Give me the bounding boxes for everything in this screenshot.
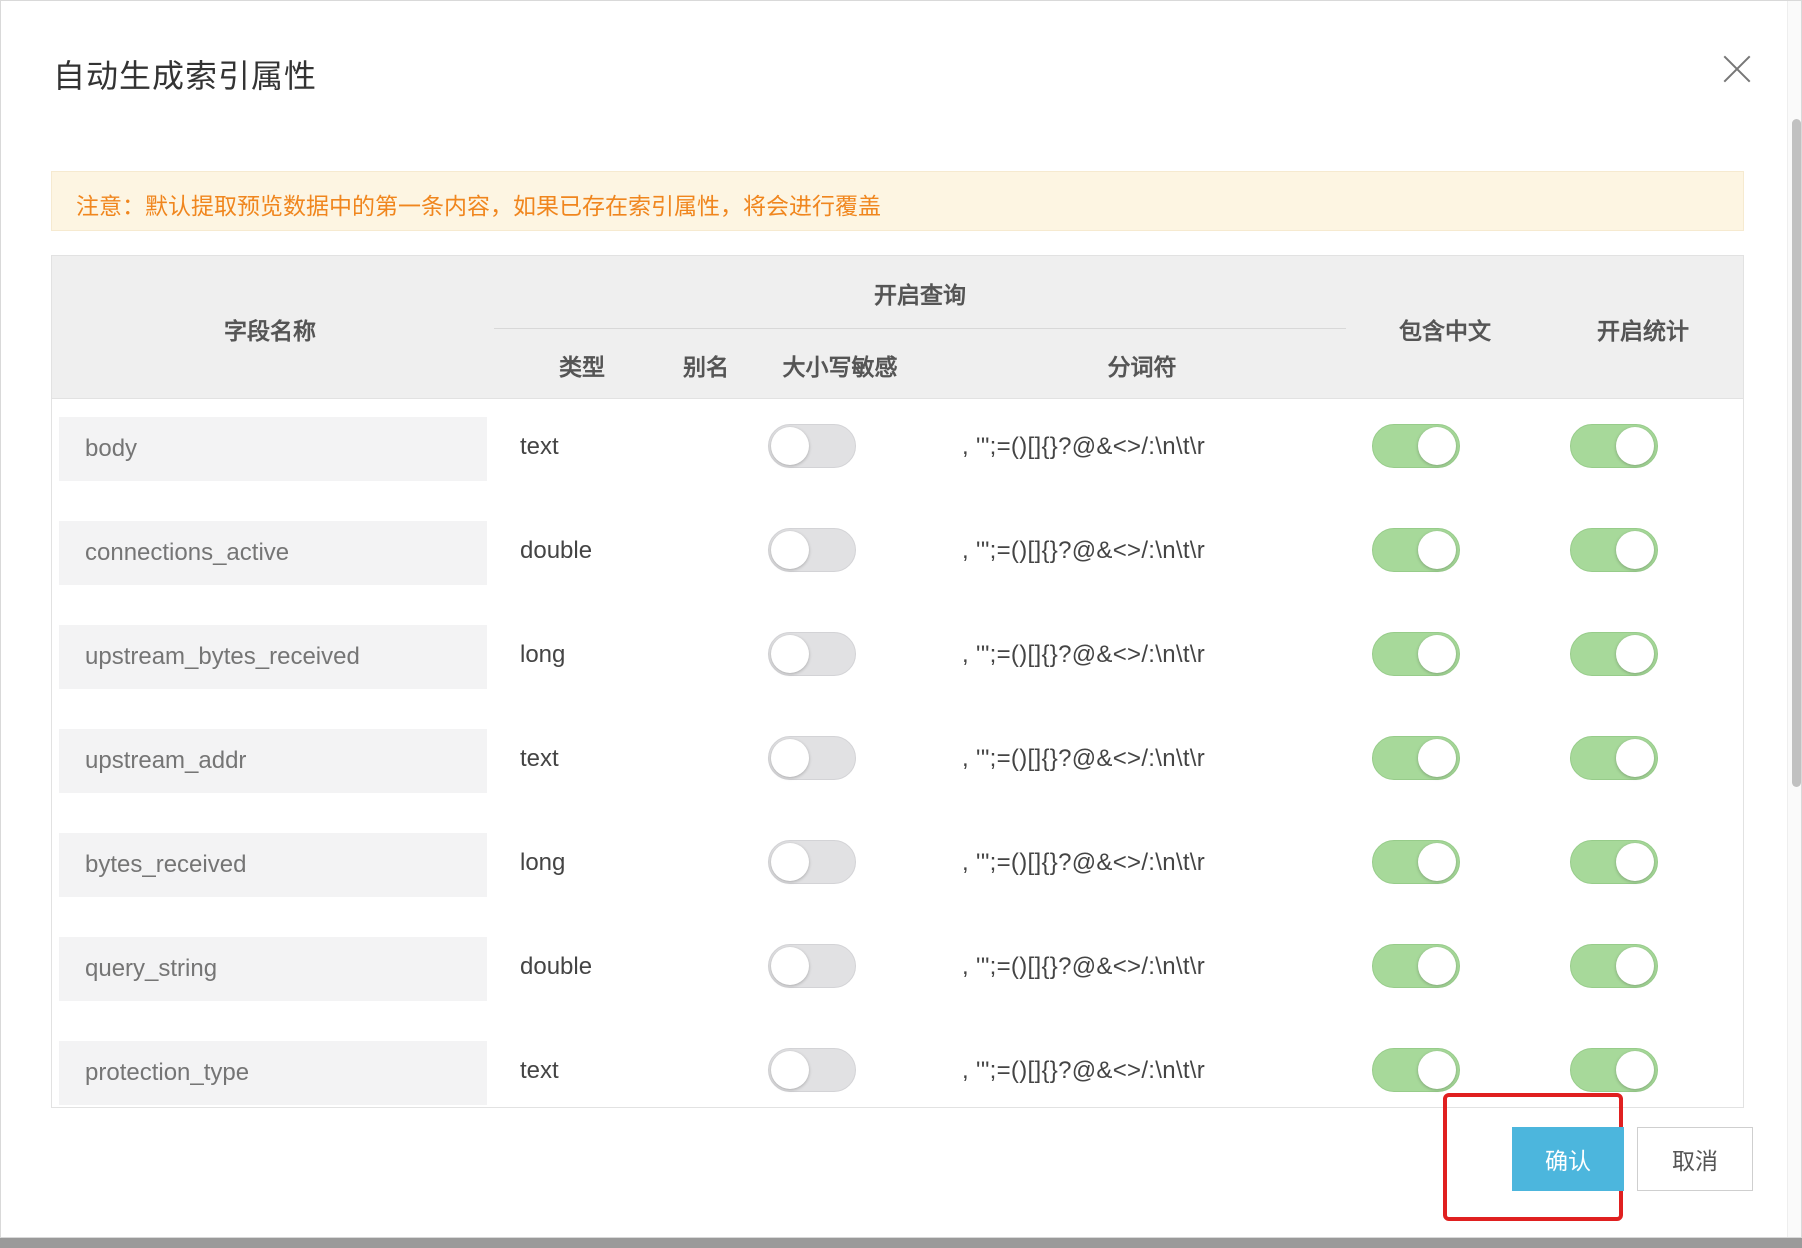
tokenizer-text: , '";=()[]{}?@&<>/:\n\t\r (962, 953, 1206, 980)
header-alias: 别名 (683, 355, 729, 381)
toggle-knob (1418, 843, 1456, 881)
header-divider (494, 328, 1346, 329)
close-icon[interactable] (1717, 49, 1757, 89)
include-chinese-toggle[interactable] (1372, 424, 1460, 468)
toggle-knob (771, 1051, 809, 1089)
include-chinese-toggle[interactable] (1372, 528, 1460, 572)
tokenizer-text: , '";=()[]{}?@&<>/:\n\t\r (962, 641, 1206, 668)
toggle-knob (1418, 947, 1456, 985)
enable-stats-toggle[interactable] (1570, 840, 1658, 884)
table-header: 字段名称 开启查询 类型 别名 大小写敏感 分词符 包含中文 开启统计 (52, 256, 1743, 399)
toggle-knob (771, 947, 809, 985)
tokenizer-text: , '";=()[]{}?@&<>/:\n\t\r (962, 849, 1206, 876)
toggle-knob (1418, 531, 1456, 569)
auto-index-dialog: 自动生成索引属性 注意：默认提取预览数据中的第一条内容，如果已存在索引属性，将会… (0, 0, 1802, 1238)
table-row: text , '";=()[]{}?@&<>/:\n\t\r (52, 399, 1743, 503)
field-name-input[interactable] (59, 729, 487, 793)
toggle-knob (1616, 739, 1654, 777)
toggle-knob (1418, 739, 1456, 777)
table-row: double , '";=()[]{}?@&<>/:\n\t\r (52, 919, 1743, 1023)
field-type: long (520, 849, 566, 876)
field-type: double (520, 537, 593, 564)
table-row: text , '";=()[]{}?@&<>/:\n\t\r (52, 711, 1743, 815)
toggle-knob (1418, 1051, 1456, 1089)
case-sensitive-toggle[interactable] (768, 632, 856, 676)
enable-stats-toggle[interactable] (1570, 528, 1658, 572)
field-name-input[interactable] (59, 1041, 487, 1105)
toggle-knob (1616, 427, 1654, 465)
field-type: text (520, 433, 559, 460)
toggle-knob (771, 739, 809, 777)
field-name-input[interactable] (59, 521, 487, 585)
header-include-chinese: 包含中文 (1399, 319, 1491, 345)
header-tokenizer: 分词符 (1107, 355, 1177, 381)
enable-stats-toggle[interactable] (1570, 1048, 1658, 1092)
toggle-knob (1616, 1051, 1654, 1089)
include-chinese-toggle[interactable] (1372, 1048, 1460, 1092)
enable-stats-toggle[interactable] (1570, 944, 1658, 988)
case-sensitive-toggle[interactable] (768, 424, 856, 468)
toggle-knob (771, 531, 809, 569)
field-type: long (520, 641, 566, 668)
include-chinese-toggle[interactable] (1372, 840, 1460, 884)
case-sensitive-toggle[interactable] (768, 944, 856, 988)
enable-stats-toggle[interactable] (1570, 736, 1658, 780)
index-table: 字段名称 开启查询 类型 别名 大小写敏感 分词符 包含中文 开启统计 text… (51, 255, 1744, 1108)
tokenizer-text: , '";=()[]{}?@&<>/:\n\t\r (962, 433, 1206, 460)
confirm-button[interactable]: 确认 (1512, 1127, 1624, 1191)
case-sensitive-toggle[interactable] (768, 840, 856, 884)
toggle-knob (1616, 947, 1654, 985)
case-sensitive-toggle[interactable] (768, 528, 856, 572)
toggle-knob (1616, 635, 1654, 673)
include-chinese-toggle[interactable] (1372, 632, 1460, 676)
header-enable-stats: 开启统计 (1597, 319, 1689, 345)
toggle-knob (1616, 531, 1654, 569)
table-row: long , '";=()[]{}?@&<>/:\n\t\r (52, 815, 1743, 919)
table-row: long , '";=()[]{}?@&<>/:\n\t\r (52, 607, 1743, 711)
field-type: double (520, 953, 593, 980)
include-chinese-toggle[interactable] (1372, 736, 1460, 780)
field-name-input[interactable] (59, 937, 487, 1001)
toggle-knob (771, 635, 809, 673)
toggle-knob (1616, 843, 1654, 881)
enable-stats-toggle[interactable] (1570, 424, 1658, 468)
header-field-name: 字段名称 (224, 319, 316, 345)
tokenizer-text: , '";=()[]{}?@&<>/:\n\t\r (962, 1057, 1206, 1084)
field-type: text (520, 745, 559, 772)
toggle-knob (771, 427, 809, 465)
header-enable-query: 开启查询 (874, 283, 966, 309)
scrollbar[interactable] (1787, 1, 1801, 1237)
table-row: text , '";=()[]{}?@&<>/:\n\t\r (52, 1023, 1743, 1107)
dialog-title: 自动生成索引属性 (53, 57, 318, 95)
field-name-input[interactable] (59, 417, 487, 481)
tokenizer-text: , '";=()[]{}?@&<>/:\n\t\r (962, 537, 1206, 564)
field-name-input[interactable] (59, 625, 487, 689)
field-type: text (520, 1057, 559, 1084)
notice-banner: 注意：默认提取预览数据中的第一条内容，如果已存在索引属性，将会进行覆盖 (51, 171, 1744, 231)
cancel-button[interactable]: 取消 (1637, 1127, 1753, 1191)
header-case-sensitive: 大小写敏感 (782, 355, 898, 381)
scrollbar-thumb[interactable] (1792, 119, 1801, 787)
field-name-input[interactable] (59, 833, 487, 897)
case-sensitive-toggle[interactable] (768, 736, 856, 780)
notice-text: 注意：默认提取预览数据中的第一条内容，如果已存在索引属性，将会进行覆盖 (76, 194, 881, 220)
table-row: double , '";=()[]{}?@&<>/:\n\t\r (52, 503, 1743, 607)
toggle-knob (1418, 635, 1456, 673)
tokenizer-text: , '";=()[]{}?@&<>/:\n\t\r (962, 745, 1206, 772)
toggle-knob (1418, 427, 1456, 465)
case-sensitive-toggle[interactable] (768, 1048, 856, 1092)
toggle-knob (771, 843, 809, 881)
header-type: 类型 (559, 355, 605, 381)
enable-stats-toggle[interactable] (1570, 632, 1658, 676)
include-chinese-toggle[interactable] (1372, 944, 1460, 988)
